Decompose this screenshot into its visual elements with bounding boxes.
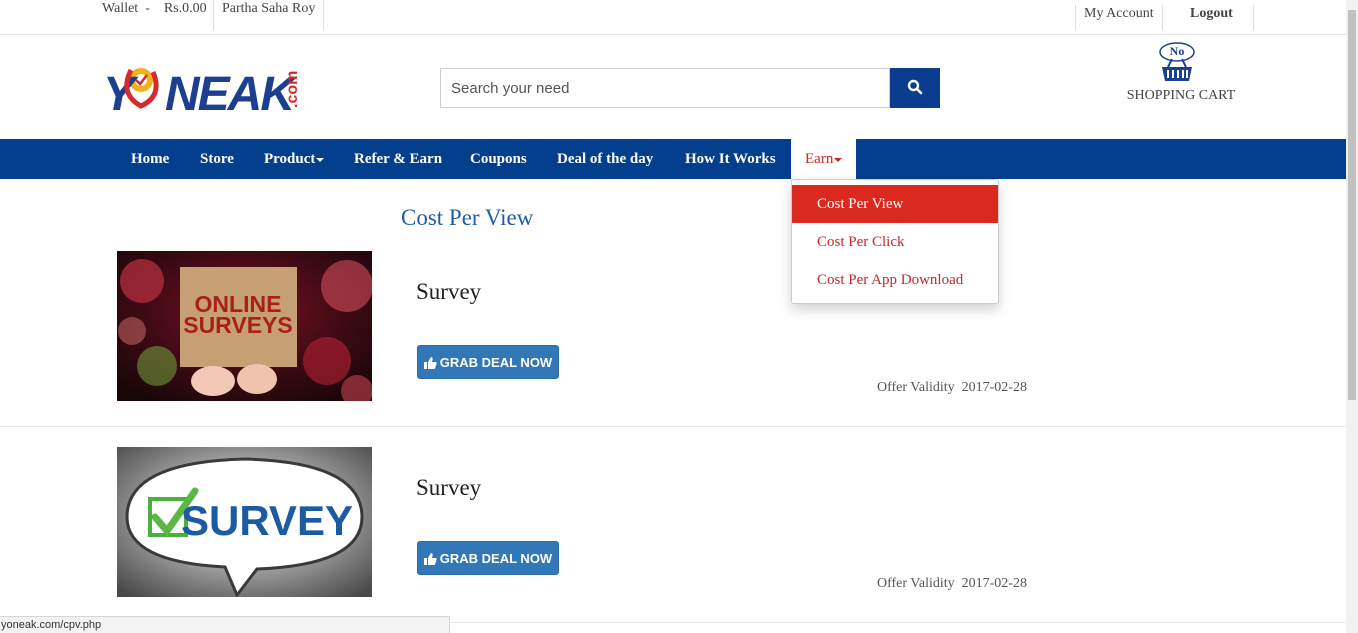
nav-earn-label: Earn — [805, 151, 834, 167]
deal-image-text-1: SURVEY — [181, 497, 353, 544]
main-nav: Home Store Product Refer & Earn Coupons … — [0, 139, 1346, 179]
nav-earn[interactable]: Earn — [791, 139, 857, 179]
deal-title: Survey — [416, 475, 482, 500]
nav-home[interactable]: Home — [131, 139, 169, 179]
logout-link[interactable]: Logout — [1161, 5, 1254, 30]
logo-suffix: .com — [284, 71, 301, 108]
grab-deal-label: GRAB DEAL NOW — [439, 551, 553, 567]
basket-icon — [1162, 58, 1192, 81]
deal-image-text-2: SURVEYS — [183, 312, 293, 338]
nav-coupons[interactable]: Coupons — [470, 139, 527, 179]
menu-item-cost-per-click[interactable]: Cost Per Click — [792, 223, 998, 261]
browser-status-url: yoneak.com/cpv.php — [0, 616, 450, 633]
scrollbar-thumb[interactable] — [1348, 10, 1356, 400]
cart-badge-text: No — [1169, 44, 1185, 58]
deal-image[interactable]: SURVEY — [117, 447, 372, 597]
search-input[interactable] — [440, 68, 890, 108]
search-bar — [440, 68, 940, 108]
nav-product-label: Product — [264, 151, 316, 167]
caret-down-icon — [316, 157, 325, 162]
cart-label: SHOPPING CART — [1126, 88, 1236, 103]
my-account-link[interactable]: My Account — [1075, 5, 1163, 30]
offer-validity: Offer Validity 2017-02-28 — [877, 576, 1027, 592]
grab-deal-button[interactable]: GRAB DEAL NOW — [417, 541, 559, 575]
search-button[interactable] — [890, 68, 940, 108]
site-logo[interactable]: Y NEAK .com — [101, 56, 301, 121]
top-bar: Wallet - Rs.0.00 Partha Saha Roy My Acco… — [0, 0, 1346, 35]
offer-validity-label: Offer Validity — [877, 380, 955, 395]
deal-title: Survey — [416, 279, 482, 304]
deal-image[interactable]: ONLINE SURVEYS — [117, 251, 372, 401]
nav-store[interactable]: Store — [200, 139, 234, 179]
menu-item-cost-per-view[interactable]: Cost Per View — [792, 185, 998, 223]
menu-item-cost-per-app-download[interactable]: Cost Per App Download — [792, 261, 998, 299]
row-divider — [0, 426, 1346, 427]
thumbs-up-icon — [423, 356, 437, 369]
user-name[interactable]: Partha Saha Roy — [213, 0, 325, 30]
nav-how-it-works[interactable]: How It Works — [685, 139, 776, 179]
wallet-balance: Wallet - Rs.0.00 — [102, 1, 207, 16]
logo-wordmark-rest: NEAK — [165, 68, 298, 120]
grab-deal-label: GRAB DEAL NOW — [439, 355, 553, 371]
offer-validity-label: Offer Validity — [877, 576, 955, 591]
search-icon — [907, 79, 923, 94]
shopping-cart[interactable]: No SHOPPING CART — [1120, 42, 1242, 106]
offer-validity: Offer Validity 2017-02-28 — [877, 380, 1027, 396]
caret-down-icon — [834, 157, 843, 162]
earn-dropdown-menu: Cost Per View Cost Per Click Cost Per Ap… — [791, 179, 999, 304]
nav-product[interactable]: Product — [264, 139, 325, 179]
nav-refer-earn[interactable]: Refer & Earn — [354, 139, 442, 179]
offer-validity-date: 2017-02-28 — [961, 576, 1027, 591]
page-scrollbar[interactable] — [1346, 0, 1358, 633]
page-title: Cost Per View — [401, 205, 534, 230]
nav-deal-of-the-day[interactable]: Deal of the day — [557, 139, 653, 179]
offer-validity-date: 2017-02-28 — [961, 380, 1027, 395]
thumbs-up-icon — [423, 552, 437, 565]
grab-deal-button[interactable]: GRAB DEAL NOW — [417, 345, 559, 379]
